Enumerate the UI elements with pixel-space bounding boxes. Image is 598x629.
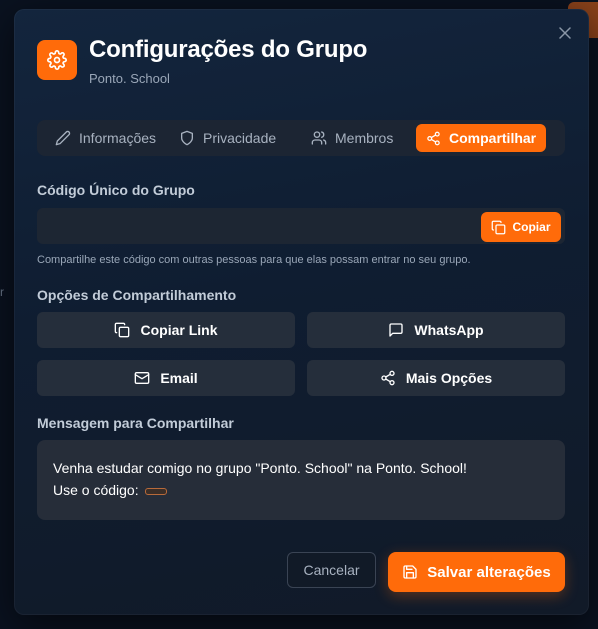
email-button[interactable]: Email <box>37 360 295 396</box>
tab-membros[interactable]: Membros <box>301 124 406 152</box>
mail-icon <box>134 370 150 386</box>
tab-label: Membros <box>335 130 394 146</box>
tab-compartilhar[interactable]: Compartilhar <box>416 124 546 152</box>
message-section-label: Mensagem para Compartilhar <box>37 415 234 431</box>
tab-privacidade[interactable]: Privacidade <box>169 124 289 152</box>
close-button[interactable] <box>555 23 575 43</box>
settings-badge <box>37 40 77 80</box>
group-settings-dialog: Configurações do Grupo Ponto. School Inf… <box>14 9 589 615</box>
copy-icon <box>114 322 130 338</box>
gear-icon <box>47 50 67 70</box>
dialog-subtitle: Ponto. School <box>89 71 170 86</box>
code-hint: Compartilhe este código com outras pesso… <box>37 254 471 266</box>
code-section-label: Código Único do Grupo <box>37 182 195 198</box>
tab-informacoes[interactable]: Informações <box>45 124 163 152</box>
message-icon <box>388 322 404 338</box>
tab-label: Informações <box>79 130 157 146</box>
copy-icon <box>491 220 506 235</box>
tab-label: Compartilhar <box>449 130 537 146</box>
copy-code-button[interactable]: Copiar <box>481 212 561 242</box>
copy-button-label: Copiar <box>512 220 551 234</box>
background-text-peek: r <box>0 285 4 299</box>
message-line-1: Venha estudar comigo no grupo "Ponto. Sc… <box>53 460 467 476</box>
more-options-button[interactable]: Mais Opções <box>307 360 565 396</box>
save-button[interactable]: Salvar alterações <box>388 552 565 592</box>
code-placeholder <box>144 487 167 495</box>
button-label: Email <box>160 370 198 386</box>
save-icon <box>402 564 418 580</box>
tab-bar: Informações Privacidade Membros Comparti… <box>37 120 565 156</box>
message-code-prefix: Use o código: <box>53 482 139 498</box>
share-icon <box>426 131 441 146</box>
tab-label: Privacidade <box>203 130 277 146</box>
shield-icon <box>179 130 195 146</box>
cancel-button[interactable]: Cancelar <box>287 552 376 588</box>
group-code-field[interactable]: Copiar <box>37 208 565 244</box>
copy-link-button[interactable]: Copiar Link <box>37 312 295 348</box>
dialog-title: Configurações do Grupo <box>89 36 368 63</box>
close-icon <box>559 27 571 39</box>
users-icon <box>311 130 327 146</box>
save-button-label: Salvar alterações <box>427 563 551 581</box>
message-line-2: Use o código: <box>53 479 549 501</box>
share-icon <box>380 370 396 386</box>
share-options-label: Opções de Compartilhamento <box>37 287 237 303</box>
button-label: WhatsApp <box>414 322 484 338</box>
button-label: Copiar Link <box>140 322 218 338</box>
share-message-box[interactable]: Venha estudar comigo no grupo "Ponto. Sc… <box>37 440 565 520</box>
pencil-icon <box>55 130 71 146</box>
whatsapp-button[interactable]: WhatsApp <box>307 312 565 348</box>
button-label: Mais Opções <box>405 370 493 386</box>
